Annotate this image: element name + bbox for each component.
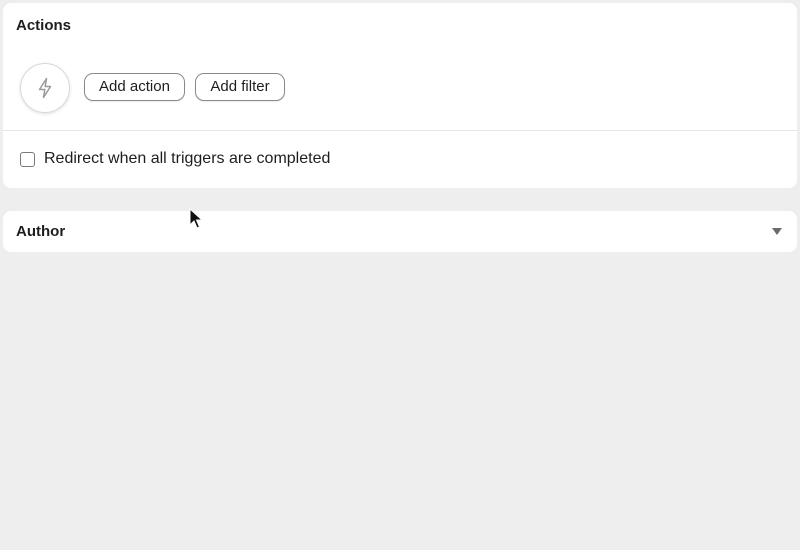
author-panel-title[interactable]: Author [16, 223, 65, 241]
redirect-checkbox-row[interactable]: Redirect when all triggers are completed [20, 150, 330, 168]
divider [3, 130, 797, 131]
caret-down-icon[interactable] [772, 228, 782, 235]
redirect-checkbox[interactable] [20, 151, 35, 167]
actions-panel: Actions Add action Add filter Redirect w… [3, 3, 797, 188]
actions-panel-title: Actions [16, 17, 72, 34]
add-filter-button[interactable]: Add filter [195, 73, 285, 101]
redirect-checkbox-label[interactable]: Redirect when all triggers are completed [44, 150, 330, 168]
page: Actions Add action Add filter Redirect w… [0, 0, 800, 550]
author-panel[interactable]: Author [3, 211, 797, 252]
lightning-bolt-icon [38, 77, 52, 99]
mouse-pointer-icon [189, 208, 203, 229]
add-action-button[interactable]: Add action [84, 73, 185, 101]
add-trigger-button[interactable] [20, 63, 70, 113]
